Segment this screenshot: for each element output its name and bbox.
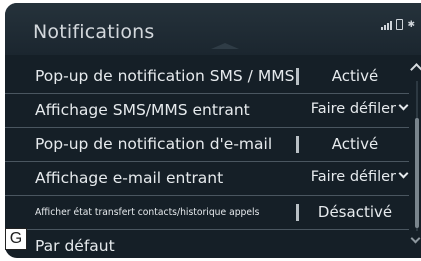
scroll-down-icon[interactable] [410,235,421,245]
setting-value-dropdown[interactable]: Faire défiler [297,100,409,117]
bluetooth-icon: ✱ [407,20,415,30]
setting-row-transfer-status[interactable]: Afficher état transfert contacts/histori… [5,196,409,230]
header-bar: Notifications ✱ [5,3,421,55]
settings-list: Pop-up de notification SMS / MMS Activé … [5,60,409,258]
dropdown-value: Faire défiler [310,101,396,117]
phone-icon [396,19,404,30]
page-title: Notifications [33,21,155,43]
scrollbar-thumb[interactable] [415,118,419,228]
scroll-up-hint-icon [211,43,239,49]
setting-row-sms-display[interactable]: Affichage SMS/MMS entrant Faire défiler [5,94,409,128]
setting-label: Afficher état transfert contacts/histori… [35,207,260,218]
callout-label: G [5,228,27,250]
display-screen: Notifications ✱ Pop-up de notification S… [5,3,421,258]
chevron-down-icon [398,168,409,179]
setting-label: Pop-up de notification SMS / MMS [35,67,295,85]
setting-row-email-display[interactable]: Affichage e-mail entrant Faire défiler [5,162,409,196]
setting-label: Affichage e-mail entrant [35,169,224,187]
setting-value-toggle[interactable]: Activé [305,67,405,85]
divider [296,68,299,85]
setting-row-sms-popup[interactable]: Pop-up de notification SMS / MMS Activé [5,60,409,94]
chevron-down-icon [398,100,409,111]
setting-row-email-popup[interactable]: Pop-up de notification d'e-mail Activé [5,128,409,162]
setting-label: Pop-up de notification d'e-mail [35,135,273,153]
signal-icon [381,20,393,30]
setting-value-toggle[interactable]: Activé [305,135,405,153]
default-button[interactable]: Par défaut [5,230,409,258]
divider [296,204,299,221]
setting-label: Affichage SMS/MMS entrant [35,101,250,119]
dropdown-value: Faire défiler [310,169,396,185]
default-label: Par défaut [35,237,115,255]
scroll-up-icon[interactable] [410,61,421,71]
status-area: ✱ [381,19,415,30]
divider [296,136,299,153]
setting-value-toggle[interactable]: Désactivé [305,203,405,221]
setting-value-dropdown[interactable]: Faire défiler [297,168,409,185]
